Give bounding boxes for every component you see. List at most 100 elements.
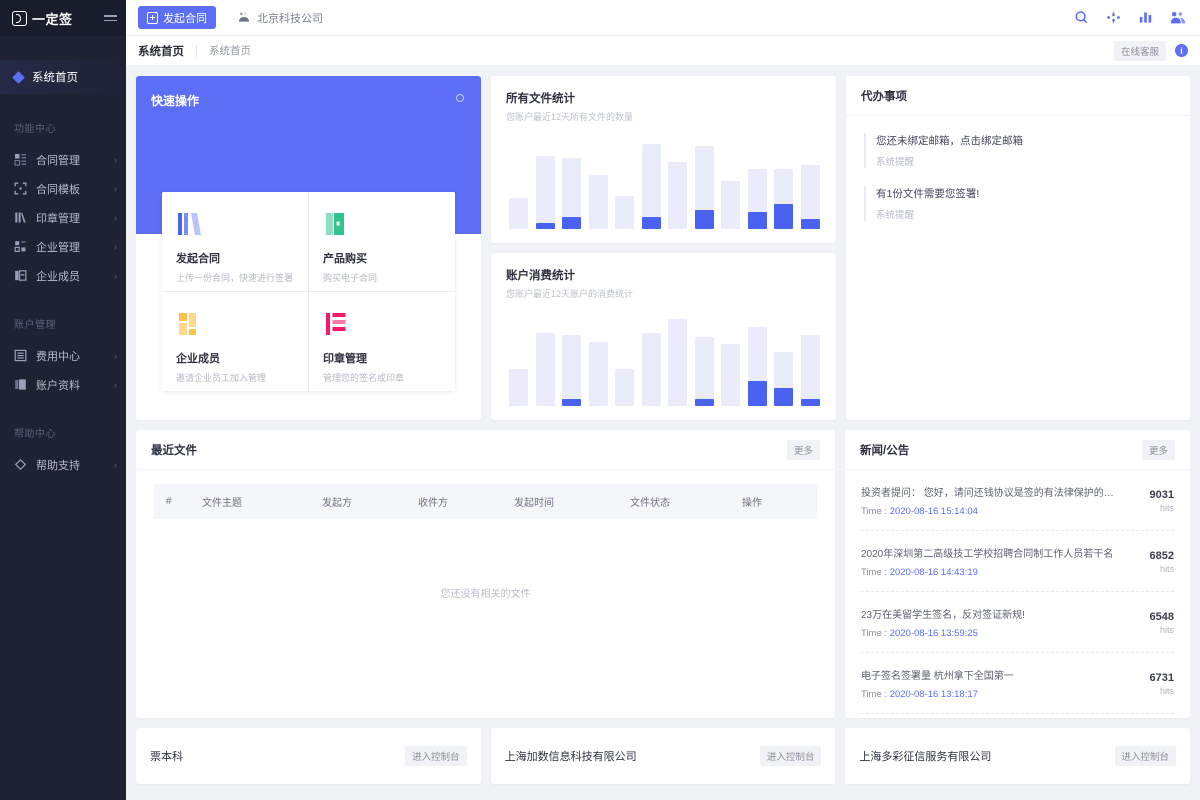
list-item[interactable]: 23万在美留学生签名，反对签证新规! Time : 2020-08-16 13:… xyxy=(861,592,1174,653)
enter-console-button[interactable]: 进入控制台 xyxy=(1114,746,1177,766)
quick-action-enterprise-member[interactable]: 企业成员 邀请企业员工加入管理 xyxy=(162,292,308,391)
user-group-icon[interactable] xyxy=(1170,11,1186,25)
time-prefix: Time : xyxy=(861,689,890,700)
chart-bars xyxy=(509,125,820,229)
sidebar-item-enterprise-member[interactable]: 企业成员 › xyxy=(0,261,126,290)
company-switcher[interactable]: 北京科技公司 xyxy=(238,10,323,26)
chart-bar xyxy=(535,156,555,229)
chart-bar xyxy=(615,195,635,229)
chart-bar-fill xyxy=(562,216,582,229)
chart-bar xyxy=(509,368,528,406)
column-header-action[interactable]: 操作 xyxy=(742,484,817,519)
breadcrumb-current[interactable]: 系统首页 xyxy=(138,43,184,59)
sparkle-icon[interactable] xyxy=(1106,10,1121,25)
sidebar-item-account-profile[interactable]: 账户资料 › xyxy=(0,370,126,399)
sidebar-item-billing-center[interactable]: 费用中心 › xyxy=(0,341,126,370)
column-header-time[interactable]: 发起时间 xyxy=(514,484,630,519)
profile-icon xyxy=(14,378,27,391)
recent-files-title: 最近文件 xyxy=(151,444,197,457)
hits-unit: hits xyxy=(1159,624,1174,635)
news-item-main: 投资者提问： 您好，请问还钱协议是签的有法律保护的合同？还是口头协... Tim… xyxy=(861,484,1132,517)
chevron-right-icon: › xyxy=(114,154,117,165)
time-prefix: Time : xyxy=(861,567,890,578)
chart-bar xyxy=(562,158,582,229)
list-item[interactable]: 电子签名签署量 杭州拿下全国第一 Time : 2020-08-16 13:18… xyxy=(861,653,1174,714)
quick-action-name: 发起合同 xyxy=(176,253,220,265)
column-header-receiver[interactable]: 收件方 xyxy=(418,484,514,519)
stamp-icon xyxy=(323,310,441,340)
enter-console-button[interactable]: 进入控制台 xyxy=(405,746,467,766)
enter-console-button[interactable]: 进入控制台 xyxy=(759,746,822,766)
sidebar-item-contract-management[interactable]: 合同管理 › xyxy=(0,145,126,174)
todo-item[interactable]: 有1份文件需要您签署! 系统提醒 xyxy=(864,186,1172,221)
help-icon xyxy=(14,458,27,471)
content-scroll-area[interactable]: 快速操作 发起合同 上传一份合同，快速进行签署 产品购买 购买电子合同 企业成员… xyxy=(126,66,1200,800)
quick-action-product-purchase[interactable]: 产品购买 购买电子合同 xyxy=(309,192,455,291)
sidebar-group-title-help: 帮助中心 xyxy=(14,429,56,440)
search-icon[interactable] xyxy=(1074,10,1089,25)
sidebar-item-home[interactable]: 系统首页 xyxy=(0,60,126,94)
sidebar-item-contract-template[interactable]: 合同模板 › xyxy=(0,174,126,203)
list-item[interactable]: 投资者提问： 您好，请问还钱协议是签的有法律保护的合同？还是口头协... Tim… xyxy=(861,470,1174,531)
table-head: # 文件主题 发起方 收件方 发起时间 文件状态 操作 xyxy=(154,484,817,519)
charts-column: 所有文件统计 您账户最近12天所有文件的数量 账户消费统计 您账户最近12天账户… xyxy=(491,76,836,420)
quick-action-create-contract[interactable]: 发起合同 上传一份合同，快速进行签署 xyxy=(162,192,308,291)
news-item-title: 投资者提问： 您好，请问还钱协议是签的有法律保护的合同？还是口头协... xyxy=(861,488,1120,499)
chart-bar-fill xyxy=(641,216,661,229)
top-icon-group xyxy=(1074,10,1186,25)
breadcrumb-sub[interactable]: 系统首页 xyxy=(209,43,251,58)
todo-panel: 代办事项 您还未绑定邮箱，点击绑定邮箱 系统提醒 有1份文件需要您签署! 系统提… xyxy=(846,76,1190,420)
news-title: 新闻/公告 xyxy=(860,444,910,457)
quick-action-name: 企业成员 xyxy=(176,353,220,365)
breadcrumb-divider xyxy=(196,44,197,57)
hits-unit: hits xyxy=(1159,685,1174,696)
time-prefix: Time : xyxy=(861,506,890,517)
quick-actions-panel: 快速操作 发起合同 上传一份合同，快速进行签署 产品购买 购买电子合同 企业成员… xyxy=(136,76,481,420)
time-value: 2020-08-16 14:43:19 xyxy=(889,567,978,578)
list-item[interactable]: 2020年深圳第二高级技工学校招聘合同制工作人员若干名 Time : 2020-… xyxy=(861,531,1174,592)
news-item-title: 23万在美留学生签名，反对签证新规! xyxy=(861,610,1025,621)
online-service-button[interactable]: 在线客服 xyxy=(1113,40,1166,61)
news-list: 投资者提问： 您好，请问还钱协议是签的有法律保护的合同？还是口头协... Tim… xyxy=(845,470,1190,714)
chart-bar xyxy=(562,335,582,406)
chart-bar-fill xyxy=(694,210,714,229)
gear-icon[interactable] xyxy=(456,94,464,102)
bar-chart-icon[interactable] xyxy=(1138,10,1153,25)
column-header-index[interactable]: # xyxy=(154,484,202,519)
news-item-time: Time : 2020-08-16 15:14:04 xyxy=(861,506,1120,517)
news-more-button[interactable]: 更多 xyxy=(1141,439,1175,460)
sidebar-item-help-support[interactable]: 帮助支持 › xyxy=(0,450,126,479)
todo-header: 代办事项 xyxy=(846,76,1190,116)
books-icon xyxy=(176,210,294,240)
chart-bar xyxy=(721,343,741,406)
column-header-sender[interactable]: 发起方 xyxy=(322,484,418,519)
sidebar: 一定签 系统首页 功能中心 合同管理 › 合同模板 › 印章管理 › 企业管理 … xyxy=(0,0,126,800)
create-contract-button[interactable]: 发起合同 xyxy=(138,6,216,29)
sidebar-item-enterprise-management[interactable]: 企业管理 › xyxy=(0,232,126,261)
news-item-time: Time : 2020-08-16 14:43:19 xyxy=(861,567,1120,578)
news-item-hits: 9031 hits xyxy=(1132,489,1174,513)
news-item-title: 电子签名签署量 杭州拿下全国第一 xyxy=(861,671,1014,682)
chart-bars xyxy=(509,302,820,406)
chevron-right-icon: › xyxy=(114,212,117,223)
chevron-right-icon: › xyxy=(114,183,117,194)
product-icon xyxy=(323,210,441,240)
info-icon[interactable]: i xyxy=(1175,44,1188,57)
seal-icon xyxy=(14,211,27,224)
sidebar-item-seal-management[interactable]: 印章管理 › xyxy=(0,203,126,232)
chart-title: 账户消费统计 xyxy=(506,270,575,282)
recent-files-more-button[interactable]: 更多 xyxy=(786,439,820,460)
hits-count: 6548 xyxy=(1149,610,1174,623)
brand[interactable]: 一定签 xyxy=(12,9,73,28)
column-header-status[interactable]: 文件状态 xyxy=(630,484,742,519)
hamburger-icon[interactable] xyxy=(104,15,117,21)
column-header-subject[interactable]: 文件主题 xyxy=(202,484,322,519)
todo-body: 您还未绑定邮箱，点击绑定邮箱 系统提醒 有1份文件需要您签署! 系统提醒 xyxy=(846,116,1190,256)
todo-column: 代办事项 您还未绑定邮箱，点击绑定邮箱 系统提醒 有1份文件需要您签署! 系统提… xyxy=(846,76,1190,420)
todo-item[interactable]: 您还未绑定邮箱，点击绑定邮箱 系统提醒 xyxy=(864,133,1172,168)
quick-action-seal-management[interactable]: 印章管理 管理您的签名或印章 xyxy=(309,292,455,391)
chart-bar xyxy=(694,337,714,406)
hits-count: 9031 xyxy=(1149,488,1174,501)
organization-name: 上海多彩征信服务有限公司 xyxy=(859,751,992,763)
news-item-main: 电子签名签署量 杭州拿下全国第一 Time : 2020-08-16 13:18… xyxy=(861,667,1132,700)
